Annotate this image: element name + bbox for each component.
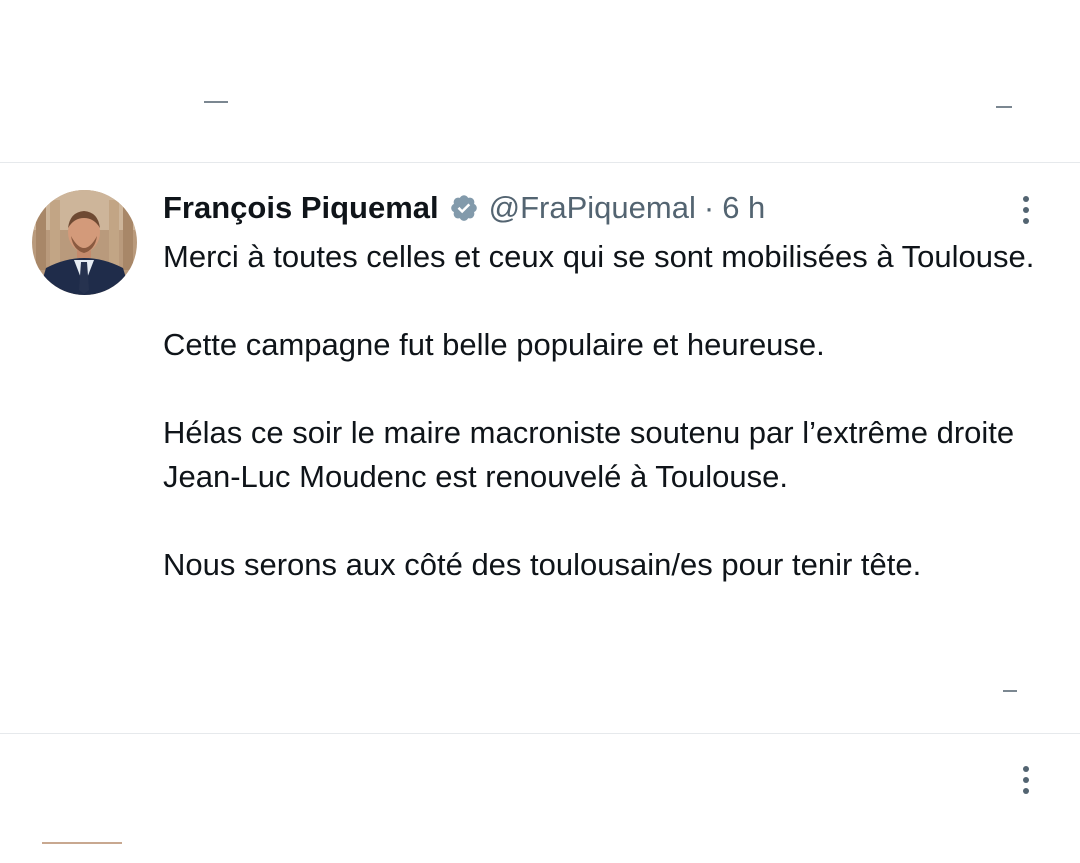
verified-badge-icon[interactable] <box>449 193 479 223</box>
tweet-paragraph: Nous serons aux côté des toulousain/es p… <box>163 547 922 582</box>
divider-bottom <box>0 733 1080 734</box>
timestamp[interactable]: 6 h <box>722 190 765 226</box>
avatar-photo <box>32 190 137 295</box>
tweet-text-segment: Jean-Luc Moudenc est renouvelé à Toulous… <box>163 459 789 494</box>
tweet-paragraph: Hélas ce soir le maire macroniste souten… <box>163 411 1043 499</box>
cropped-content-fragment <box>42 842 122 844</box>
cropped-content-fragment <box>996 106 1012 108</box>
tweet-text-segment: Hélas ce soir le maire macroniste souten… <box>163 415 816 450</box>
tweet-header: François Piquemal @FraPiquemal · 6 h <box>163 188 765 228</box>
tweet-paragraph: Merci à toutes celles et ceux qui se son… <box>163 239 1035 274</box>
more-options-icon[interactable] <box>1014 190 1038 230</box>
more-options-icon[interactable] <box>1014 760 1038 800</box>
tweet-text: Merci à toutes celles et ceux qui se son… <box>163 235 1043 631</box>
cropped-content-fragment <box>1003 690 1017 692</box>
header-separator: · <box>703 190 715 225</box>
tweet-paragraph: Cette campagne fut belle populaire et he… <box>163 327 825 362</box>
highlighted-phrase: extrême droite <box>816 411 1014 455</box>
divider-top <box>0 162 1080 163</box>
highlighted-text: extrême droite <box>816 415 1015 450</box>
author-name[interactable]: François Piquemal <box>163 190 439 226</box>
author-handle[interactable]: @FraPiquemal <box>489 190 696 226</box>
cropped-content-fragment <box>204 101 228 103</box>
avatar[interactable] <box>32 190 137 295</box>
